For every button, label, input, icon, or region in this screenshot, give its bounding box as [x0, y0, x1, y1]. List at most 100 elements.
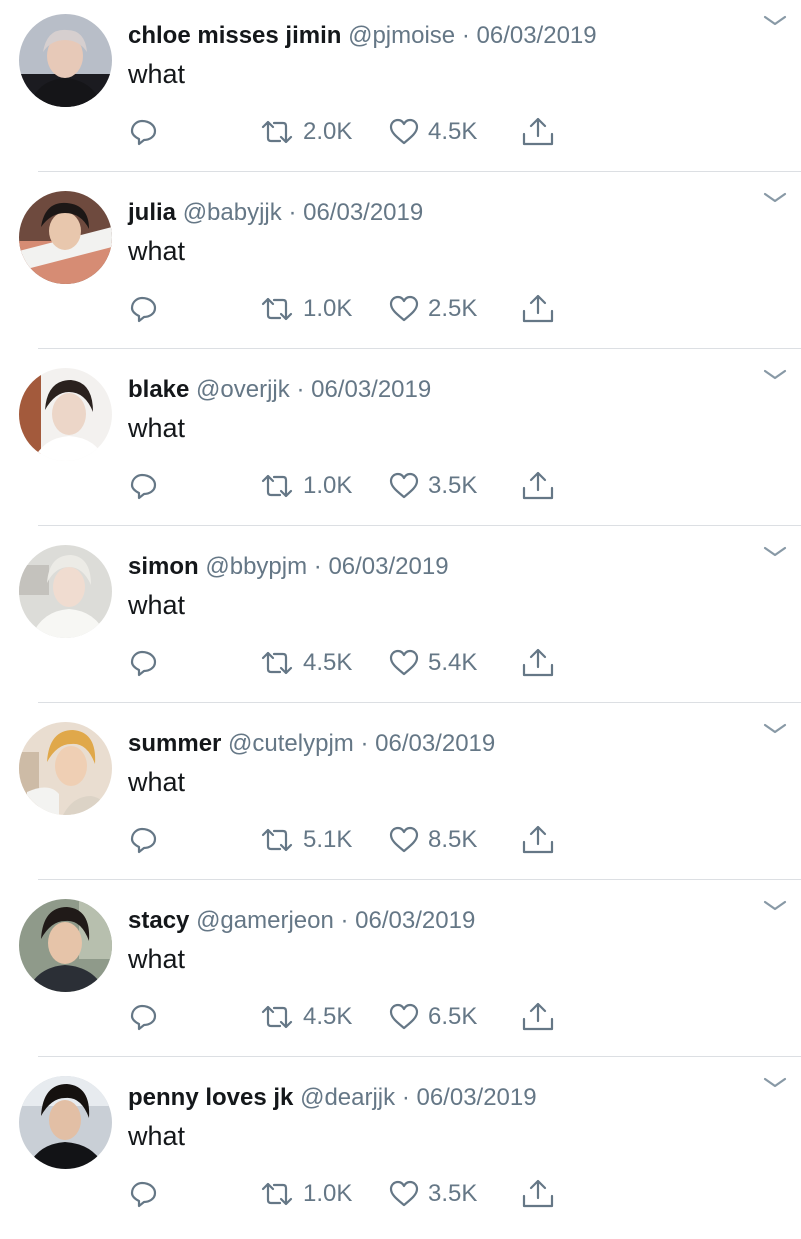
share-button[interactable]: [521, 291, 555, 327]
reply-icon: [128, 1178, 160, 1210]
retweet-button[interactable]: 4.5K: [259, 999, 352, 1035]
retweet-icon: [259, 293, 295, 325]
reply-icon: [128, 647, 160, 679]
avatar[interactable]: [19, 545, 112, 638]
reply-button[interactable]: [128, 468, 160, 504]
chevron-down-icon[interactable]: [763, 899, 787, 913]
avatar[interactable]: [19, 191, 112, 284]
like-button[interactable]: 5.4K: [388, 645, 477, 681]
like-count: 3.5K: [428, 472, 478, 499]
reply-icon: [128, 293, 160, 325]
display-name[interactable]: stacy: [128, 907, 189, 934]
heart-icon: [388, 647, 420, 679]
share-button[interactable]: [521, 114, 555, 150]
retweet-button[interactable]: 1.0K: [259, 468, 352, 504]
tweet[interactable]: julia @babyjjk · 06/03/2019 what 1.0K 2.…: [0, 177, 801, 354]
display-name[interactable]: julia: [128, 199, 176, 226]
share-button[interactable]: [521, 1176, 555, 1212]
share-button[interactable]: [521, 822, 555, 858]
tweet[interactable]: simon @bbypjm · 06/03/2019 what 4.5K 5.4…: [0, 531, 801, 708]
tweet-date[interactable]: 06/03/2019: [375, 730, 495, 757]
chevron-down-icon[interactable]: [763, 545, 787, 559]
display-name[interactable]: simon: [128, 553, 199, 580]
username-handle[interactable]: @babyjjk: [183, 199, 282, 226]
reply-button[interactable]: [128, 114, 160, 150]
chevron-down-icon[interactable]: [763, 368, 787, 382]
tweet-date[interactable]: 06/03/2019: [477, 22, 597, 49]
tweet[interactable]: chloe misses jimin @pjmoise · 06/03/2019…: [0, 0, 801, 177]
display-name[interactable]: chloe misses jimin: [128, 22, 341, 49]
share-icon: [521, 1001, 555, 1033]
username-handle[interactable]: @gamerjeon: [196, 907, 334, 934]
username-handle[interactable]: @bbypjm: [205, 553, 307, 580]
separator-dot: ·: [360, 730, 369, 757]
heart-icon: [388, 116, 420, 148]
share-button[interactable]: [521, 645, 555, 681]
like-button[interactable]: 2.5K: [388, 291, 477, 327]
reply-button[interactable]: [128, 822, 160, 858]
share-button[interactable]: [521, 999, 555, 1035]
username-handle[interactable]: @dearjjk: [300, 1084, 395, 1111]
retweet-button[interactable]: 5.1K: [259, 822, 352, 858]
tweet-date[interactable]: 06/03/2019: [355, 907, 475, 934]
retweet-icon: [259, 647, 295, 679]
tweet-date[interactable]: 06/03/2019: [311, 376, 431, 403]
heart-icon: [388, 1178, 420, 1210]
reply-icon: [128, 1001, 160, 1033]
avatar[interactable]: [19, 368, 112, 461]
tweet-date[interactable]: 06/03/2019: [328, 553, 448, 580]
retweet-button[interactable]: 1.0K: [259, 291, 352, 327]
reply-button[interactable]: [128, 645, 160, 681]
share-icon: [521, 293, 555, 325]
chevron-down-icon[interactable]: [763, 191, 787, 205]
chevron-down-icon[interactable]: [763, 14, 787, 28]
tweet-text: what: [128, 59, 186, 89]
avatar[interactable]: [19, 14, 112, 107]
tweet[interactable]: stacy @gamerjeon · 06/03/2019 what 4.5K: [0, 885, 801, 1062]
display-name[interactable]: blake: [128, 376, 189, 403]
like-count: 6.5K: [428, 1003, 478, 1030]
tweet[interactable]: blake @overjjk · 06/03/2019 what 1.0K 3.…: [0, 354, 801, 531]
reply-icon: [128, 470, 160, 502]
tweet-date[interactable]: 06/03/2019: [416, 1084, 536, 1111]
separator-dot: ·: [296, 376, 305, 403]
username-handle[interactable]: @cutelypjm: [228, 730, 354, 757]
tweet-actions: 1.0K 2.5K: [0, 291, 801, 327]
avatar[interactable]: [19, 1076, 112, 1169]
display-name[interactable]: penny loves jk: [128, 1084, 293, 1111]
tweet-date[interactable]: 06/03/2019: [303, 199, 423, 226]
separator-dot: ·: [313, 553, 322, 580]
avatar[interactable]: [19, 722, 112, 815]
username-handle[interactable]: @overjjk: [196, 376, 290, 403]
like-button[interactable]: 8.5K: [388, 822, 477, 858]
tweet[interactable]: penny loves jk @dearjjk · 06/03/2019 wha…: [0, 1062, 801, 1239]
like-button[interactable]: 6.5K: [388, 999, 477, 1035]
avatar[interactable]: [19, 899, 112, 992]
retweet-button[interactable]: 1.0K: [259, 1176, 352, 1212]
like-button[interactable]: 4.5K: [388, 114, 477, 150]
like-count: 4.5K: [428, 118, 478, 145]
tweet-header: summer @cutelypjm · 06/03/2019: [128, 729, 495, 759]
share-icon: [521, 470, 555, 502]
like-count: 8.5K: [428, 826, 478, 853]
retweet-button[interactable]: 2.0K: [259, 114, 352, 150]
tweet[interactable]: summer @cutelypjm · 06/03/2019 what 5.1K: [0, 708, 801, 885]
like-button[interactable]: 3.5K: [388, 468, 477, 504]
share-icon: [521, 824, 555, 856]
separator-dot: ·: [461, 22, 470, 49]
reply-button[interactable]: [128, 999, 160, 1035]
separator-dot: ·: [288, 199, 297, 226]
tweet-header: julia @babyjjk · 06/03/2019: [128, 198, 423, 228]
retweet-button[interactable]: 4.5K: [259, 645, 352, 681]
divider: [38, 525, 801, 526]
chevron-down-icon[interactable]: [763, 722, 787, 736]
username-handle[interactable]: @pjmoise: [348, 22, 455, 49]
chevron-down-icon[interactable]: [763, 1076, 787, 1090]
reply-button[interactable]: [128, 1176, 160, 1212]
like-button[interactable]: 3.5K: [388, 1176, 477, 1212]
retweet-count: 1.0K: [303, 295, 353, 322]
retweet-count: 5.1K: [303, 826, 353, 853]
display-name[interactable]: summer: [128, 730, 221, 757]
reply-button[interactable]: [128, 291, 160, 327]
share-button[interactable]: [521, 468, 555, 504]
